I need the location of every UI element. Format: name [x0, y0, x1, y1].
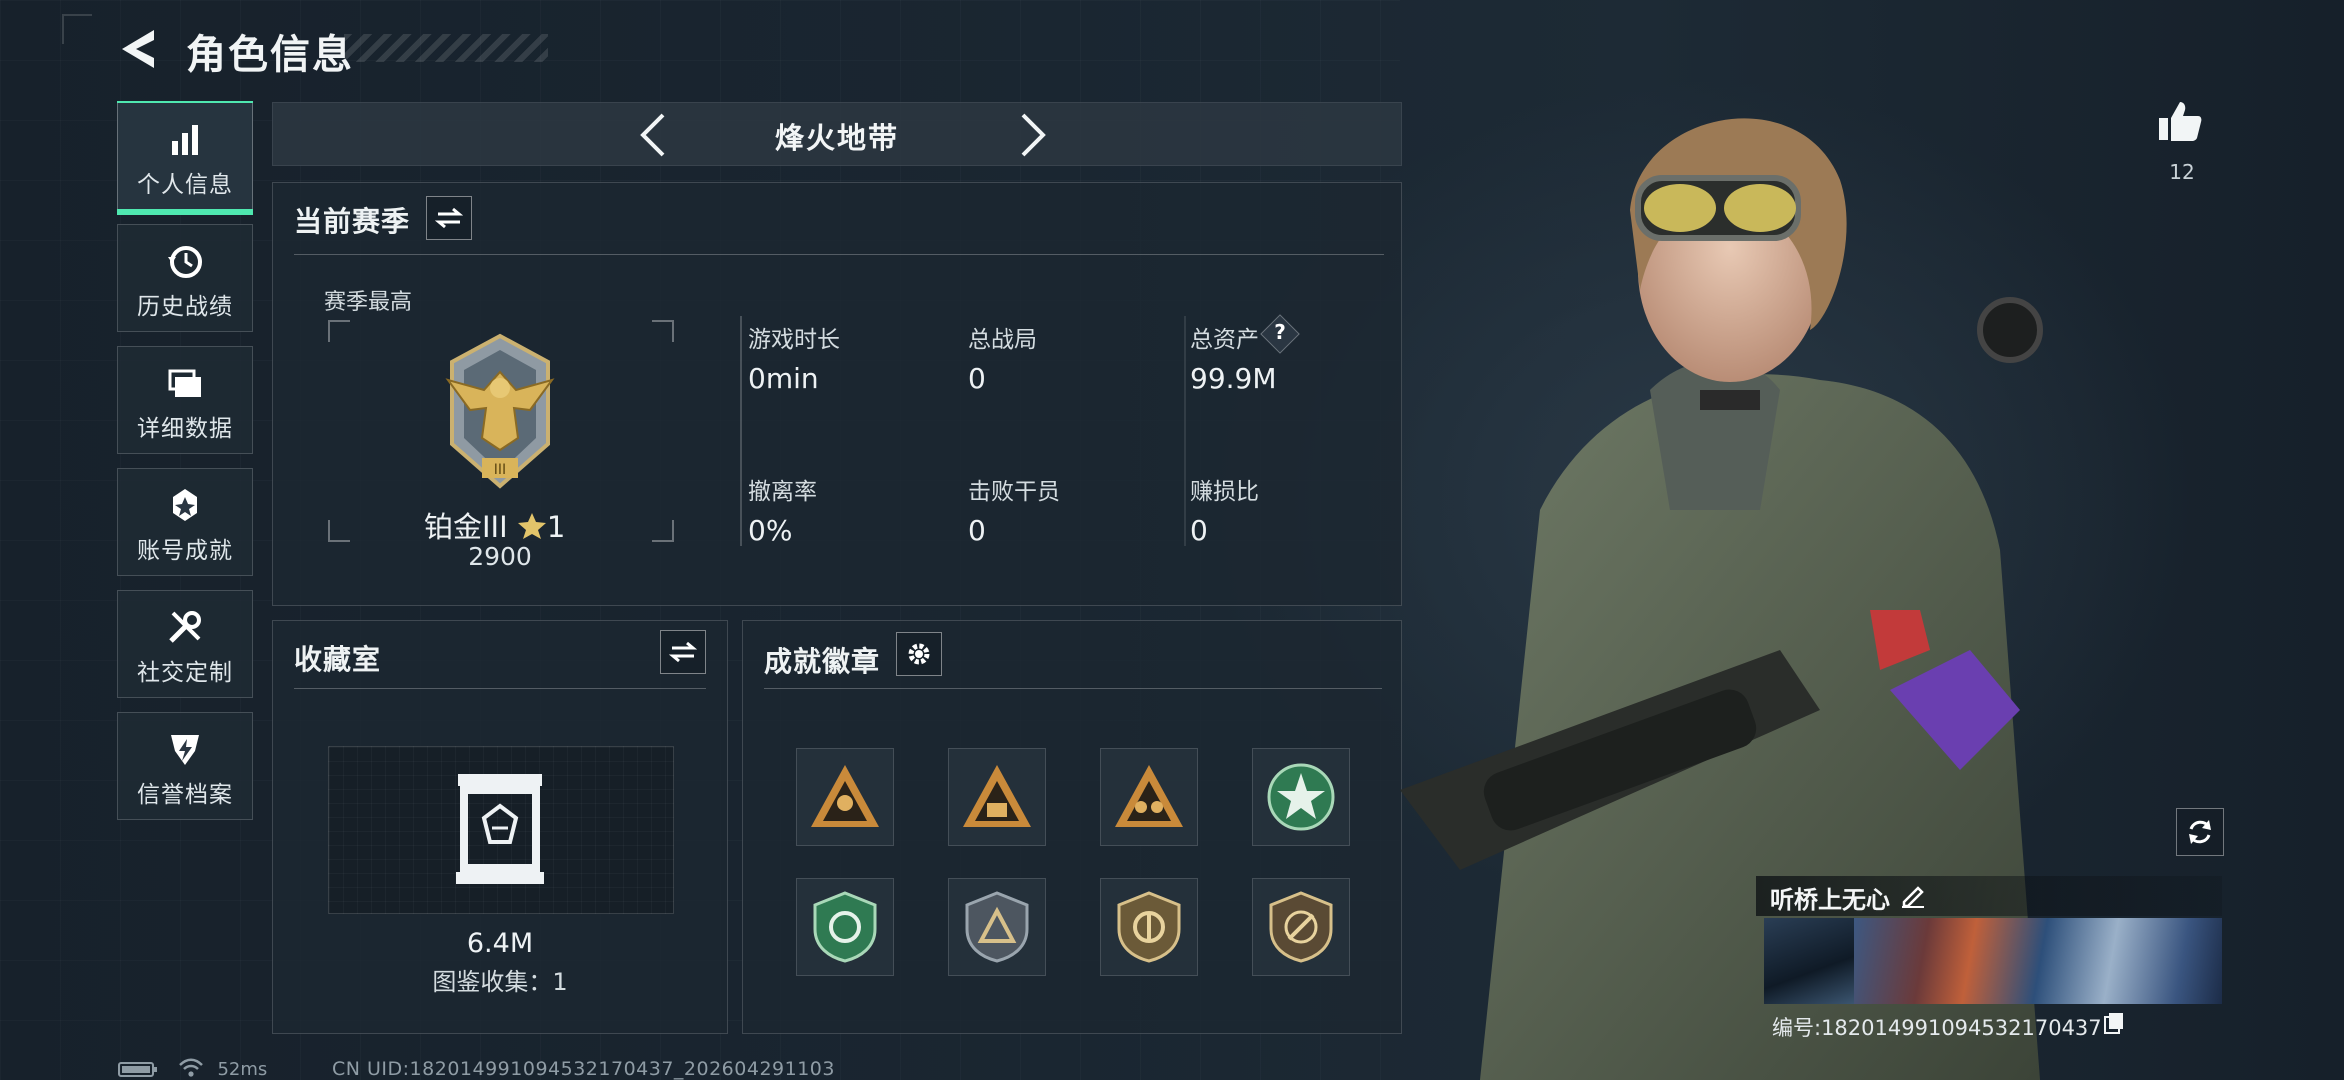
shield-green-badge-icon: [813, 891, 877, 963]
player-banner[interactable]: [1764, 918, 2222, 1004]
svg-text:III: III: [494, 462, 506, 478]
page-title: 角色信息: [186, 32, 354, 78]
collection-title: 收藏室: [294, 643, 382, 676]
rank-points: 2900: [468, 542, 532, 571]
folder-icon: [168, 369, 201, 397]
sidebar-item-label: 社交定制: [137, 660, 233, 686]
sidebar-item-label: 历史战绩: [137, 294, 233, 320]
divider: [740, 316, 742, 546]
season-best-label: 赛季最高: [324, 290, 413, 315]
wifi-icon: [178, 1058, 203, 1077]
swap-icon: [669, 641, 697, 663]
history-icon: [168, 246, 202, 278]
ping: 52ms: [217, 1059, 268, 1080]
sidebar-item-label: 详细数据: [137, 416, 233, 442]
bar-chart-icon: [172, 125, 198, 155]
mode-selector: 烽火地带: [272, 102, 1402, 166]
sidebar-item-achievements[interactable]: 账号成就: [117, 468, 253, 576]
achievement-badge[interactable]: [796, 878, 894, 976]
corner-decoration: [62, 14, 92, 44]
rank-stars: 1: [546, 510, 566, 544]
achievement-badge[interactable]: [948, 748, 1046, 846]
achievement-badge[interactable]: [1100, 878, 1198, 976]
sidebar-item-history[interactable]: 历史战绩: [117, 224, 253, 332]
banner-avatar: [1764, 918, 1854, 1004]
achievement-badge[interactable]: [1100, 748, 1198, 846]
achievements-title: 成就徽章: [764, 645, 881, 678]
divider: [764, 688, 1382, 689]
rank-text: 铂金III 1: [424, 504, 565, 546]
collection-switch-button[interactable]: [660, 630, 706, 674]
player-id: 编号:182014991094532170437: [1772, 1016, 2102, 1040]
frame-corner: [652, 520, 674, 542]
copy-icon[interactable]: [2104, 1012, 2124, 1034]
season-switch-button[interactable]: [426, 196, 472, 240]
triangle-squad-badge-icon: [1115, 765, 1183, 827]
cn-uid: CN UID:182014991094532170437_20260429110…: [332, 1058, 835, 1080]
rotate-button[interactable]: [2176, 808, 2224, 856]
triangle-soldier-badge-icon: [811, 765, 879, 827]
swap-icon: [435, 207, 463, 229]
stat-value: 0%: [748, 514, 793, 547]
display-case-icon: [456, 774, 544, 884]
like-count: 12: [2169, 160, 2195, 184]
help-icon[interactable]: ?: [1266, 320, 1294, 348]
star-icon: [517, 513, 546, 539]
frame-corner: [328, 520, 350, 542]
stat-value: 0min: [748, 362, 819, 395]
stat-label: 游戏时长: [748, 327, 840, 353]
divider: [294, 254, 1384, 255]
title-decoration: [344, 34, 548, 62]
collection-count: 图鉴收集：1: [432, 968, 568, 996]
stat-value: 0: [1190, 514, 1208, 547]
collection-value: 6.4M: [466, 928, 534, 959]
stat-label: 击败干员: [968, 479, 1060, 505]
sidebar-item-personal-info[interactable]: 个人信息: [117, 101, 253, 215]
mode-name: 烽火地带: [774, 121, 899, 155]
divider: [1184, 316, 1186, 546]
edit-icon[interactable]: [1900, 882, 1926, 908]
next-mode-icon[interactable]: [1013, 109, 1053, 161]
shield-gold-badge-icon: [1117, 891, 1181, 963]
achievement-badge[interactable]: [796, 748, 894, 846]
shield-gray-badge-icon: [965, 891, 1029, 963]
frame-corner: [652, 320, 674, 342]
achievement-icon: [173, 489, 197, 521]
frame-corner: [328, 320, 350, 342]
stat-label: 总资产: [1190, 327, 1259, 353]
gear-icon: [908, 643, 930, 665]
platinum-rank-icon: III: [445, 333, 555, 489]
status-bar: 52ms: [118, 1058, 267, 1080]
stat-label: 赚损比: [1190, 479, 1259, 505]
sidebar-item-details[interactable]: 详细数据: [117, 346, 253, 454]
season-title: 当前赛季: [294, 205, 411, 238]
sidebar-item-credit[interactable]: 信誉档案: [117, 712, 253, 820]
stat-label: 总战局: [968, 327, 1037, 353]
battery-icon: [118, 1062, 157, 1077]
rank-name: 铂金III: [424, 510, 508, 544]
player-name: 听桥上无心: [1770, 886, 1890, 914]
stat-value: 99.9M: [1190, 362, 1277, 395]
back-arrow-icon[interactable]: [118, 26, 158, 72]
stat-value: 0: [968, 514, 986, 547]
divider: [294, 688, 706, 689]
sidebar-item-label: 信誉档案: [137, 782, 233, 808]
stat-value: 0: [968, 362, 986, 395]
achievements-settings-button[interactable]: [896, 632, 942, 676]
sidebar-item-label: 个人信息: [137, 172, 233, 198]
credit-icon: [171, 735, 199, 765]
shield-bronze-badge-icon: [1269, 891, 1333, 963]
stat-label: 撤离率: [748, 479, 817, 505]
sidebar-item-label: 账号成就: [137, 538, 233, 564]
star-green-badge-icon: [1267, 763, 1335, 831]
triangle-case-badge-icon: [963, 765, 1031, 827]
tools-icon: [169, 611, 201, 643]
achievement-badge[interactable]: [948, 878, 1046, 976]
refresh-icon: [2189, 820, 2211, 844]
achievement-badge[interactable]: [1252, 878, 1350, 976]
achievement-badge[interactable]: [1252, 748, 1350, 846]
thumbs-up-icon[interactable]: [2156, 98, 2204, 146]
sidebar-item-social[interactable]: 社交定制: [117, 590, 253, 698]
